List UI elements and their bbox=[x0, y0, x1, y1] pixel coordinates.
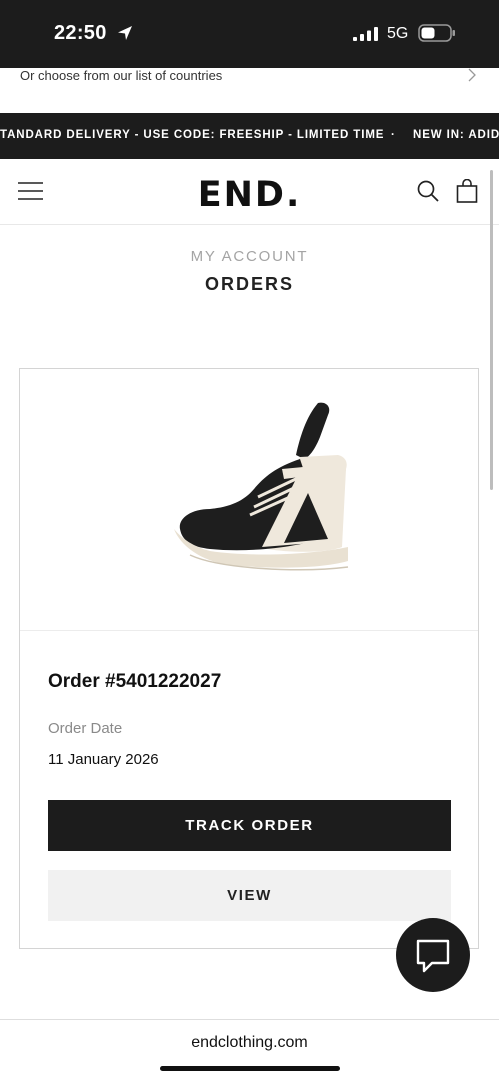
browser-url-bar[interactable]: endclothing.com bbox=[0, 1019, 499, 1080]
scrollbar[interactable] bbox=[490, 170, 493, 490]
chat-icon bbox=[416, 939, 450, 973]
promo-banner[interactable]: TANDARD DELIVERY - USE CODE: FREESHIP - … bbox=[0, 113, 499, 159]
status-bar: 22:50 5G bbox=[0, 0, 499, 68]
order-number[interactable]: Order #5401222027 bbox=[48, 671, 221, 693]
url-text[interactable]: endclothing.com bbox=[0, 1034, 499, 1052]
network-type: 5G bbox=[387, 25, 409, 42]
sneaker-image bbox=[174, 402, 349, 571]
chat-button[interactable] bbox=[396, 918, 470, 992]
country-selector[interactable]: Or choose from our list of countries bbox=[0, 68, 499, 113]
chevron-right-icon[interactable] bbox=[466, 68, 478, 82]
promo-separator: · bbox=[391, 129, 395, 141]
view-order-button[interactable]: VIEW bbox=[48, 870, 451, 921]
breadcrumb[interactable]: MY ACCOUNT bbox=[0, 248, 499, 265]
site-header: END. bbox=[0, 159, 499, 225]
search-icon[interactable] bbox=[417, 180, 439, 202]
location-arrow-icon bbox=[118, 26, 132, 40]
order-card: Order #5401222027 Order Date 11 January … bbox=[19, 368, 479, 949]
order-date-value: 11 January 2026 bbox=[48, 751, 159, 768]
home-indicator[interactable] bbox=[160, 1066, 340, 1071]
page-title: ORDERS bbox=[204, 274, 294, 294]
signal-icon bbox=[353, 27, 378, 41]
battery-icon bbox=[418, 24, 455, 42]
order-date-label: Order Date bbox=[48, 720, 123, 737]
promo-text-secondary[interactable]: NEW IN: ADIDAS bbox=[413, 129, 499, 141]
bag-icon[interactable] bbox=[456, 179, 478, 203]
promo-text[interactable]: TANDARD DELIVERY - USE CODE: FREESHIP - … bbox=[0, 129, 384, 141]
status-time: 22:50 bbox=[54, 22, 107, 44]
track-order-button[interactable]: TRACK ORDER bbox=[48, 800, 451, 851]
country-selector-text[interactable]: Or choose from our list of countries bbox=[20, 68, 222, 83]
product-image[interactable] bbox=[20, 369, 478, 631]
